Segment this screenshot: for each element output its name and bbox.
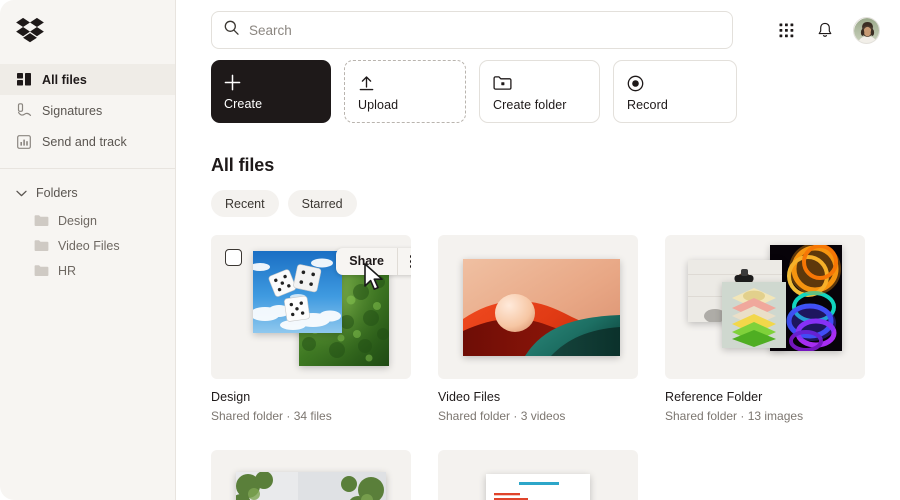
search-box[interactable] [211, 11, 733, 49]
file-thumbnail [665, 235, 865, 379]
filter-chips: Recent Starred [176, 190, 900, 217]
create-button-label: Create [224, 97, 263, 111]
sidebar-folder-video-files[interactable]: Video Files [0, 233, 175, 258]
thumbnail-art-dice-sky [253, 251, 342, 333]
signature-pen-icon [16, 103, 32, 119]
sidebar-folder-design[interactable]: Design [0, 208, 175, 233]
sidebar-item-signatures[interactable]: Signatures [0, 95, 175, 126]
chevron-down-icon [14, 186, 28, 200]
files-grid-partial [176, 450, 900, 500]
thumbnail-art-layer-stack [722, 282, 786, 348]
thumbnail-art-building-greenery [236, 472, 386, 500]
file-thumbnail [665, 450, 865, 500]
dropbox-logo [16, 17, 44, 43]
folder-plus-icon [493, 72, 586, 94]
file-title: Video Files [438, 390, 501, 404]
app-grid-icon[interactable] [775, 19, 797, 41]
file-title: Design [211, 390, 251, 404]
file-title: Reference Folder [665, 390, 763, 404]
main-content: Create Upload Create f [176, 0, 900, 500]
upload-button[interactable]: Upload [344, 60, 466, 123]
file-card[interactable]: Share Design Shared folder · 34 files [211, 235, 411, 423]
record-button[interactable]: Record [613, 60, 737, 123]
top-bar-icons [775, 16, 880, 44]
file-meta: Shared folder · 13 images [665, 409, 804, 423]
thumbnail-art-document-page [486, 474, 590, 500]
sidebar-item-label: Send and track [42, 134, 127, 149]
chip-starred[interactable]: Starred [287, 190, 357, 217]
sidebar-folder-label: HR [58, 263, 77, 278]
sidebar-item-send-and-track[interactable]: Send and track [0, 126, 175, 157]
file-thumbnail [211, 450, 411, 500]
search-icon [224, 20, 239, 40]
file-select-checkbox[interactable] [225, 249, 242, 266]
thumbnail-art-sunset-wave [463, 259, 620, 356]
sidebar: All files Signatures Send and track Fold… [0, 0, 176, 500]
sidebar-folders-label: Folders [36, 186, 78, 200]
all-files-icon [16, 72, 32, 88]
action-buttons-row: Create Upload Create folder Record [176, 60, 900, 123]
folder-icon [34, 214, 49, 227]
sidebar-folder-hr[interactable]: HR [0, 258, 175, 283]
file-thumbnail [438, 450, 638, 500]
upload-button-label: Upload [358, 98, 399, 112]
sidebar-nav: All files Signatures Send and track [0, 60, 175, 157]
sidebar-folders-toggle[interactable]: Folders [0, 178, 175, 208]
files-grid: Share Design Shared folder · 34 files Vi… [176, 235, 900, 423]
record-dot-icon [627, 72, 723, 94]
more-options-button[interactable] [398, 248, 411, 275]
chip-recent[interactable]: Recent [211, 190, 279, 217]
notification-bell-icon[interactable] [814, 19, 836, 41]
create-folder-button-label: Create folder [493, 98, 567, 112]
upload-arrow-icon [358, 72, 452, 94]
folder-icon [34, 239, 49, 252]
file-card[interactable] [211, 450, 411, 500]
top-bar [176, 0, 900, 60]
three-dots-vertical-icon [410, 255, 411, 268]
file-hover-toolbar: Share [336, 248, 411, 275]
file-meta: Shared folder · 3 videos [438, 409, 566, 423]
record-button-label: Record [627, 98, 668, 112]
file-card[interactable] [665, 450, 865, 500]
dropbox-app-window: All files Signatures Send and track Fold… [0, 0, 900, 500]
sidebar-item-all-files[interactable]: All files [0, 64, 175, 95]
plus-icon [224, 71, 318, 93]
file-card[interactable] [438, 450, 638, 500]
sidebar-item-label: Signatures [42, 103, 103, 118]
user-avatar[interactable] [853, 16, 880, 44]
file-thumbnail: Share [211, 235, 411, 379]
file-card[interactable]: Reference Folder Shared folder · 13 imag… [665, 235, 865, 423]
sidebar-item-label: All files [42, 72, 87, 87]
file-meta: Shared folder · 34 files [211, 409, 332, 423]
sidebar-folder-label: Design [58, 213, 97, 228]
sidebar-divider [0, 168, 175, 169]
create-folder-button[interactable]: Create folder [479, 60, 600, 123]
file-thumbnail [438, 235, 638, 379]
create-button[interactable]: Create [211, 60, 331, 123]
send-and-track-icon [16, 134, 32, 150]
search-input[interactable] [249, 12, 720, 48]
folder-icon [34, 264, 49, 277]
sidebar-folder-label: Video Files [58, 238, 120, 253]
page-title: All files [211, 155, 275, 175]
dropbox-logo-wrap[interactable] [0, 0, 175, 60]
file-card[interactable]: Video Files Shared folder · 3 videos [438, 235, 638, 423]
share-button[interactable]: Share [336, 248, 397, 275]
